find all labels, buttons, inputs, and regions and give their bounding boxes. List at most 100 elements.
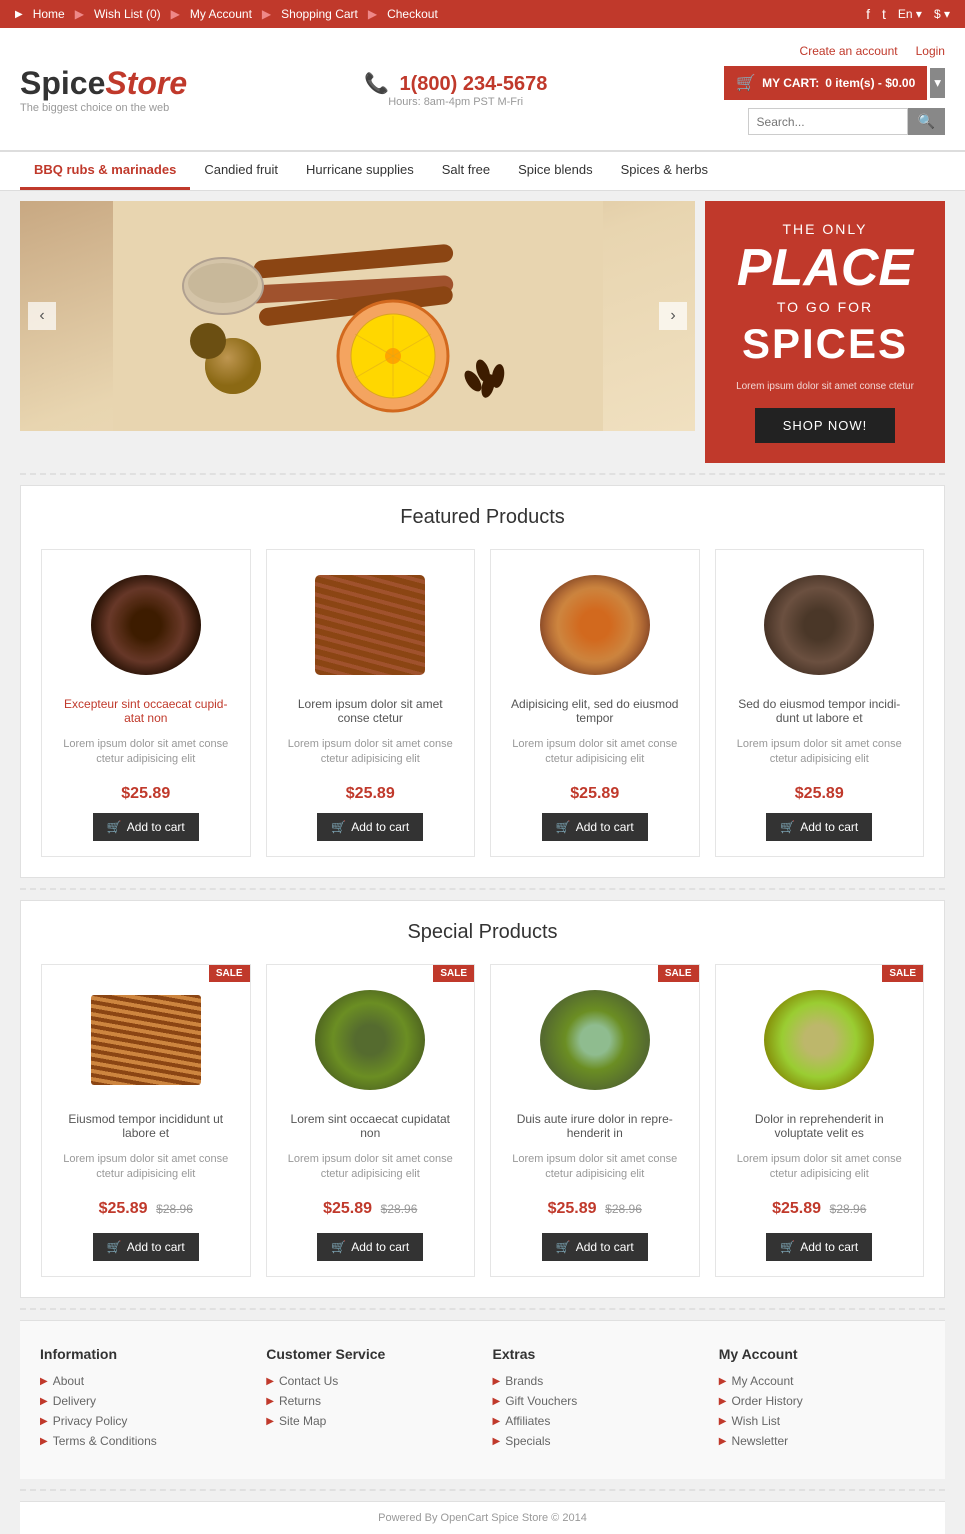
- special-old-price-1: $28.96: [156, 1202, 193, 1216]
- product-desc-3: Lorem ipsum dolor sit amet conse ctetur …: [506, 737, 684, 777]
- footer-extras-title: Extras: [493, 1346, 699, 1362]
- sale-badge-1: SALE: [209, 965, 250, 982]
- special-price-1: $25.89: [99, 1200, 148, 1217]
- login-link[interactable]: Login: [916, 44, 945, 58]
- logo[interactable]: SpiceStore The biggest choice on the web: [20, 65, 187, 114]
- cart-add-icon-4: 🛒: [780, 820, 795, 834]
- featured-product-1: Excepteur sint occaecat cupid-atat non L…: [41, 549, 251, 857]
- footer-link-contact[interactable]: ▶ Contact Us: [266, 1374, 472, 1388]
- cart-add-icon-1: 🛒: [107, 820, 122, 834]
- sale-badge-3: SALE: [658, 965, 699, 982]
- special-add-to-cart-1[interactable]: 🛒 Add to cart: [93, 1233, 199, 1261]
- footer-link-privacy[interactable]: ▶ Privacy Policy: [40, 1414, 246, 1428]
- nav-myaccount[interactable]: My Account: [190, 7, 252, 21]
- add-to-cart-button-1[interactable]: 🛒 Add to cart: [93, 813, 199, 841]
- special-product-1: SALE Eiusmod tempor incididunt ut labore…: [41, 964, 251, 1277]
- footer-divider: [20, 1489, 945, 1491]
- special-add-to-cart-3[interactable]: 🛒 Add to cart: [542, 1233, 648, 1261]
- bottom-bar: Powered By OpenCart Spice Store © 2014: [20, 1501, 945, 1534]
- special-price-3: $25.89: [548, 1200, 597, 1217]
- add-to-cart-button-2[interactable]: 🛒 Add to cart: [317, 813, 423, 841]
- header-phone-area: 📞 1(800) 234-5678 Hours: 8am-4pm PST M-F…: [364, 71, 547, 108]
- search-button[interactable]: 🔍: [908, 108, 945, 135]
- footer-link-delivery[interactable]: ▶ Delivery: [40, 1394, 246, 1408]
- footer-link-affiliates[interactable]: ▶ Affiliates: [493, 1414, 699, 1428]
- cart-dropdown-button[interactable]: ▾: [930, 68, 945, 98]
- special-add-to-cart-4[interactable]: 🛒 Add to cart: [766, 1233, 872, 1261]
- footer-information-title: Information: [40, 1346, 246, 1362]
- spice-visual-cloves: [91, 575, 201, 675]
- hero-banner-desc: Lorem ipsum dolor sit amet conse ctetur: [736, 381, 914, 392]
- cart-add-icon-s1: 🛒: [107, 1240, 122, 1254]
- special-price-area-4: $25.89 $28.96: [772, 1200, 866, 1218]
- section-divider-3: [20, 1308, 945, 1310]
- product-price-2: $25.89: [346, 785, 395, 803]
- nav-home[interactable]: Home: [33, 7, 65, 21]
- special-title: Special Products: [41, 921, 924, 944]
- footer-link-specials[interactable]: ▶ Specials: [493, 1434, 699, 1448]
- nav-cart[interactable]: Shopping Cart: [281, 7, 358, 21]
- nav-saltfree[interactable]: Salt free: [428, 152, 504, 190]
- footer-link-myaccount[interactable]: ▶ My Account: [719, 1374, 925, 1388]
- create-account-link[interactable]: Create an account: [800, 44, 898, 58]
- special-old-price-3: $28.96: [605, 1202, 642, 1216]
- special-section: Special Products SALE Eiusmod tempor inc…: [20, 900, 945, 1298]
- nav-hurricane[interactable]: Hurricane supplies: [292, 152, 428, 190]
- footer-arrow-returns: ▶: [266, 1396, 274, 1407]
- footer-link-giftvouchers[interactable]: ▶ Gift Vouchers: [493, 1394, 699, 1408]
- nav-wishlist[interactable]: Wish List (0): [94, 7, 161, 21]
- product-name-1: Excepteur sint occaecat cupid-atat non: [57, 697, 235, 729]
- main-nav: BBQ rubs & marinades Candied fruit Hurri…: [0, 151, 965, 191]
- hero-prev-button[interactable]: ‹: [28, 302, 56, 330]
- add-to-cart-button-4[interactable]: 🛒 Add to cart: [766, 813, 872, 841]
- phone-number: 📞 1(800) 234-5678: [364, 71, 547, 96]
- special-old-price-2: $28.96: [381, 1202, 418, 1216]
- footer-link-brands[interactable]: ▶ Brands: [493, 1374, 699, 1388]
- logo-store: Store: [105, 65, 187, 101]
- footer-grid: Information ▶ About ▶ Delivery ▶ Privacy…: [40, 1346, 925, 1454]
- currency-select[interactable]: $ ▾: [934, 7, 950, 21]
- product-desc-4: Lorem ipsum dolor sit amet conse ctetur …: [731, 737, 909, 777]
- hero-banner: THE ONLY PLACE TO GO FOR SPICES Lorem ip…: [705, 201, 945, 463]
- shop-now-button[interactable]: SHOP NOW!: [755, 408, 896, 443]
- special-name-2: Lorem sint occaecat cupidatat non: [282, 1112, 460, 1144]
- hero-banner-place: PLACE: [737, 242, 913, 294]
- cart-add-icon-3: 🛒: [556, 820, 571, 834]
- twitter-icon[interactable]: t: [882, 6, 886, 22]
- facebook-icon[interactable]: f: [866, 6, 870, 22]
- nav-checkout[interactable]: Checkout: [387, 7, 438, 21]
- special-product-3: SALE Duis aute irure dolor in repre-hend…: [490, 964, 700, 1277]
- cart-label: MY CART:: [762, 76, 819, 90]
- cart-button[interactable]: 🛒 MY CART: 0 item(s) - $0.00: [724, 66, 927, 100]
- nav-spiceblends[interactable]: Spice blends: [504, 152, 606, 190]
- special-add-to-cart-2[interactable]: 🛒 Add to cart: [317, 1233, 423, 1261]
- special-product-4: SALE Dolor in reprehenderit in voluptate…: [715, 964, 925, 1277]
- nav-spicesherbs[interactable]: Spices & herbs: [607, 152, 722, 190]
- special-desc-2: Lorem ipsum dolor sit amet conse ctetur …: [282, 1152, 460, 1192]
- special-products-grid: SALE Eiusmod tempor incididunt ut labore…: [41, 964, 924, 1277]
- special-desc-4: Lorem ipsum dolor sit amet conse ctetur …: [731, 1152, 909, 1192]
- footer-link-sitemap[interactable]: ▶ Site Map: [266, 1414, 472, 1428]
- footer-link-orderhistory[interactable]: ▶ Order History: [719, 1394, 925, 1408]
- hero-next-button[interactable]: ›: [659, 302, 687, 330]
- cart-icon: 🛒: [736, 73, 756, 93]
- footer-customer-service: Customer Service ▶ Contact Us ▶ Returns …: [266, 1346, 472, 1454]
- footer-link-wishlist[interactable]: ▶ Wish List: [719, 1414, 925, 1428]
- special-name-4: Dolor in reprehenderit in voluptate veli…: [731, 1112, 909, 1144]
- footer-link-about[interactable]: ▶ About: [40, 1374, 246, 1388]
- language-select[interactable]: En ▾: [898, 7, 922, 21]
- nav-candied[interactable]: Candied fruit: [190, 152, 292, 190]
- top-bar-arrow: ▶: [15, 9, 23, 20]
- footer-my-account-title: My Account: [719, 1346, 925, 1362]
- footer-link-returns[interactable]: ▶ Returns: [266, 1394, 472, 1408]
- nav-bbq[interactable]: BBQ rubs & marinades: [20, 152, 190, 190]
- spice-visual-powder: [540, 575, 650, 675]
- cart-add-icon-s3: 🛒: [556, 1240, 571, 1254]
- search-input[interactable]: [748, 108, 908, 135]
- logo-spice: Spice: [20, 65, 105, 101]
- footer-link-newsletter[interactable]: ▶ Newsletter: [719, 1434, 925, 1448]
- footer-arrow-brands: ▶: [493, 1376, 501, 1387]
- add-to-cart-button-3[interactable]: 🛒 Add to cart: [542, 813, 648, 841]
- footer-link-terms[interactable]: ▶ Terms & Conditions: [40, 1434, 246, 1448]
- section-divider-1: [20, 473, 945, 475]
